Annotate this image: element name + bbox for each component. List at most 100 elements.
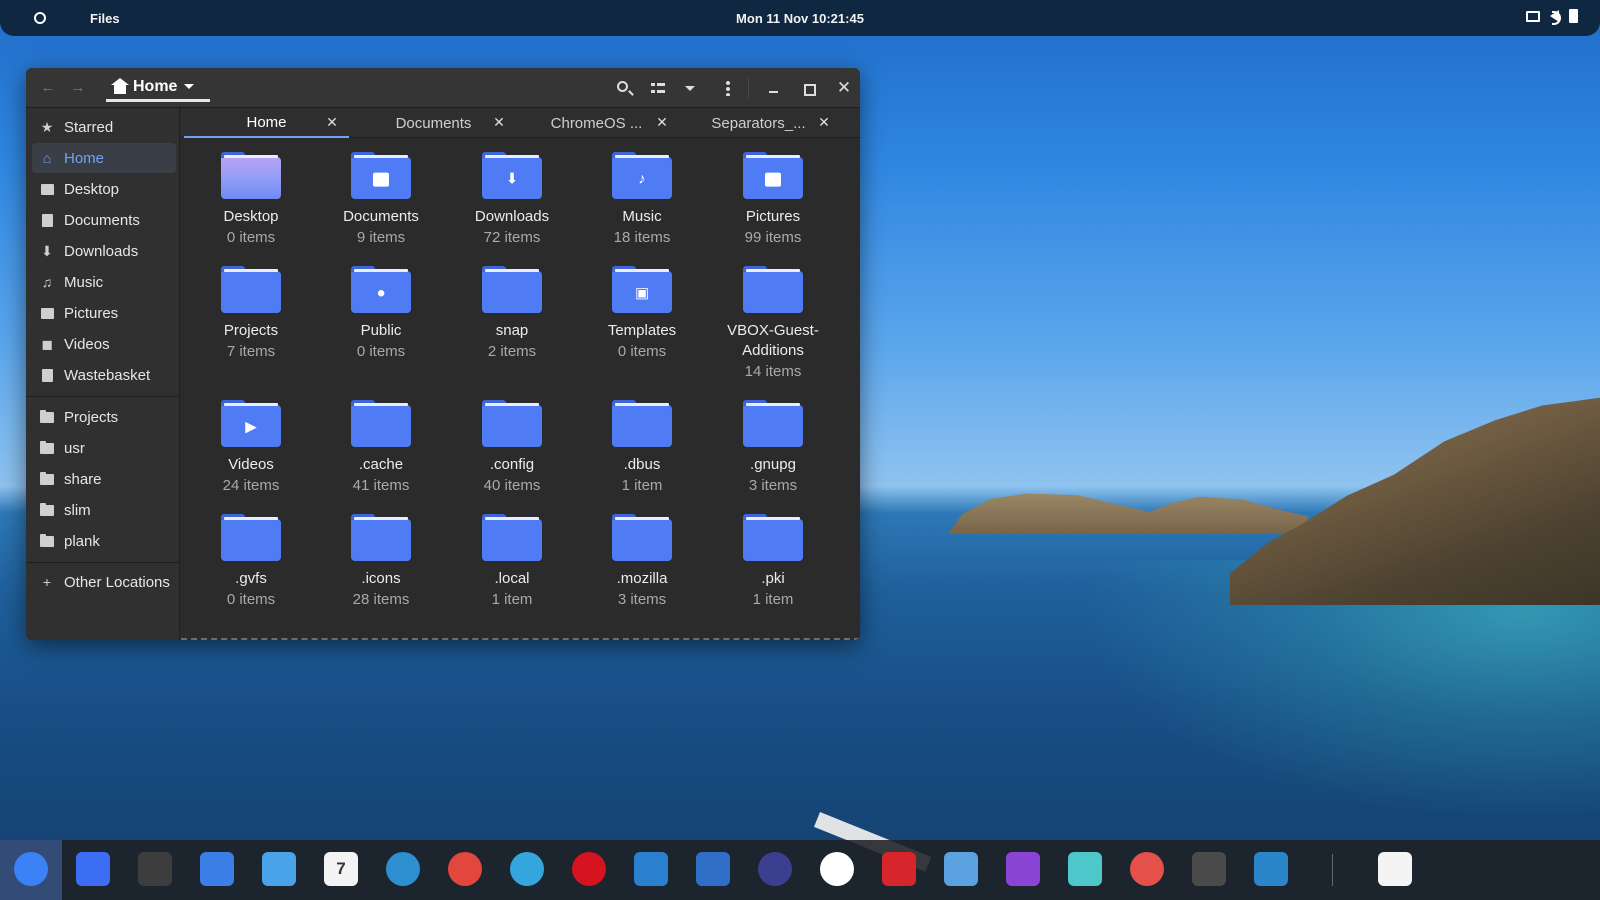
desktop-folder-icon (221, 152, 281, 199)
back-button[interactable]: ← (36, 76, 60, 100)
file-item-projects[interactable]: Projects 7 items (186, 263, 316, 363)
activities-icon[interactable] (34, 12, 46, 24)
system-tray[interactable] (1526, 9, 1578, 25)
home-icon: ⌂ (42, 150, 52, 166)
sidebar-separator (26, 562, 180, 563)
file-item-downloads[interactable]: ⬇ Downloads 72 items (447, 149, 577, 249)
sidebar-item-home[interactable]: ⌂ Home (32, 143, 176, 173)
video-editor-launcher[interactable] (1068, 852, 1102, 886)
file-item-vbox-guest-additions[interactable]: VBOX-Guest- Additions 14 items (708, 263, 838, 383)
contacts-launcher[interactable] (200, 852, 234, 886)
wallpaper-cliff (1230, 395, 1600, 605)
folder-icon (221, 514, 281, 561)
sidebar-item-desktop[interactable]: Desktop (32, 174, 176, 204)
chevron-down-icon (685, 86, 695, 91)
file-item-pki[interactable]: .pki 1 item (708, 511, 838, 611)
file-item-cache[interactable]: .cache 41 items (316, 397, 446, 497)
file-item-desktop[interactable]: Desktop 0 items (186, 149, 316, 249)
coral-launcher[interactable] (820, 852, 854, 886)
sidebar-item-starred[interactable]: ★ Starred (32, 112, 176, 142)
mail-launcher[interactable] (262, 852, 296, 886)
tab-home[interactable]: Home ✕ (184, 108, 349, 138)
sidebar-item-share[interactable]: share (32, 464, 176, 494)
volume-icon[interactable] (1550, 10, 1561, 25)
music-folder-icon: ♪ (612, 152, 672, 199)
waveform-launcher[interactable] (758, 852, 792, 886)
top-bar: Files Mon 11 Nov 10:21:45 (0, 0, 1600, 36)
folder-icon (351, 514, 411, 561)
file-item-local[interactable]: .local 1 item (447, 511, 577, 611)
file-item-gnupg[interactable]: .gnupg 3 items (708, 397, 838, 497)
search-button[interactable] (612, 76, 636, 100)
file-item-templates[interactable]: ▣ Templates 0 items (577, 263, 707, 363)
sidebar-item-projects[interactable]: Projects (32, 402, 176, 432)
file-item-mozilla[interactable]: .mozilla 3 items (577, 511, 707, 611)
terminal-launcher[interactable] (1192, 852, 1226, 886)
file-item-config[interactable]: .config 40 items (447, 397, 577, 497)
sidebar-item-plank[interactable]: plank (32, 526, 176, 556)
screen-icon[interactable] (1526, 10, 1540, 22)
folder-icon (743, 266, 803, 313)
tab-separators[interactable]: Separators_... ✕ (676, 108, 841, 138)
trash-bin-launcher[interactable] (1378, 852, 1412, 886)
close-tab-icon[interactable]: ✕ (815, 113, 833, 131)
finder-launcher[interactable] (14, 852, 48, 886)
downloader-launcher[interactable] (448, 852, 482, 886)
battery-icon[interactable] (1569, 9, 1578, 23)
image-viewer-launcher[interactable] (944, 852, 978, 886)
path-bar-home[interactable]: Home (106, 74, 210, 102)
store-launcher[interactable] (76, 852, 110, 886)
file-item-snap[interactable]: snap 2 items (447, 263, 577, 363)
opera-launcher[interactable] (572, 852, 606, 886)
music-player-launcher[interactable] (1130, 852, 1164, 886)
sidebar-item-slim[interactable]: slim (32, 495, 176, 525)
pdf-launcher[interactable] (882, 852, 916, 886)
settings-launcher[interactable] (1254, 852, 1288, 886)
sidebar-item-documents[interactable]: Documents (32, 205, 176, 235)
notes-launcher[interactable] (634, 852, 668, 886)
view-options-button[interactable] (678, 76, 702, 100)
file-item-public[interactable]: ● Public 0 items (316, 263, 446, 363)
maximize-button[interactable] (796, 76, 820, 100)
tasks-launcher[interactable] (386, 852, 420, 886)
clock[interactable]: Mon 11 Nov 10:21:45 (0, 11, 1600, 26)
file-manager-window: ← → Home ✕ ★ Starred ⌂ Home Desktop Docume… (26, 68, 860, 640)
file-item-icons[interactable]: .icons 28 items (316, 511, 446, 611)
tab-chromeos[interactable]: ChromeOS ... ✕ (514, 108, 679, 138)
file-item-dbus[interactable]: .dbus 1 item (577, 397, 707, 497)
desktop-icon (40, 182, 54, 196)
plus-icon: + (42, 574, 52, 590)
app-menu[interactable]: Files (90, 11, 120, 26)
file-item-videos[interactable]: ▶ Videos 24 items (186, 397, 316, 497)
sidebar-item-music[interactable]: ♫ Music (32, 267, 176, 297)
pictures-folder-icon (743, 152, 803, 199)
path-label: Home (133, 77, 178, 95)
sidebar-item-videos[interactable]: ◼ Videos (32, 329, 176, 359)
terminal-split-launcher[interactable] (138, 852, 172, 886)
view-toggle-button[interactable] (646, 76, 670, 100)
sidebar-item-usr[interactable]: usr (32, 433, 176, 463)
file-item-documents[interactable]: Documents 9 items (316, 149, 446, 249)
telegram-launcher[interactable] (510, 852, 544, 886)
forward-button[interactable]: → (66, 76, 90, 100)
file-item-pictures[interactable]: Pictures 99 items (708, 149, 838, 249)
close-window-button[interactable]: ✕ (832, 76, 856, 100)
sidebar-separator (26, 396, 180, 397)
disk-launcher[interactable] (696, 852, 730, 886)
close-tab-icon[interactable]: ✕ (323, 113, 341, 131)
file-item-music[interactable]: ♪ Music 18 items (577, 149, 707, 249)
sidebar-item-downloads[interactable]: ⬇ Downloads (32, 236, 176, 266)
menu-button[interactable] (716, 76, 740, 100)
tab-documents[interactable]: Documents ✕ (351, 108, 516, 138)
calendar-launcher[interactable]: 7 (324, 852, 358, 886)
crop-launcher[interactable] (1006, 852, 1040, 886)
sidebar-item-other-locations[interactable]: + Other Locations (32, 567, 176, 597)
close-tab-icon[interactable]: ✕ (490, 113, 508, 131)
file-item-gvfs[interactable]: .gvfs 0 items (186, 511, 316, 611)
sidebar-item-pictures[interactable]: Pictures (32, 298, 176, 328)
sidebar-item-wastebasket[interactable]: Wastebasket (32, 360, 176, 390)
minimize-button[interactable] (761, 76, 785, 100)
document-icon (40, 213, 54, 227)
wallpaper-island (948, 493, 1308, 534)
close-tab-icon[interactable]: ✕ (653, 113, 671, 131)
